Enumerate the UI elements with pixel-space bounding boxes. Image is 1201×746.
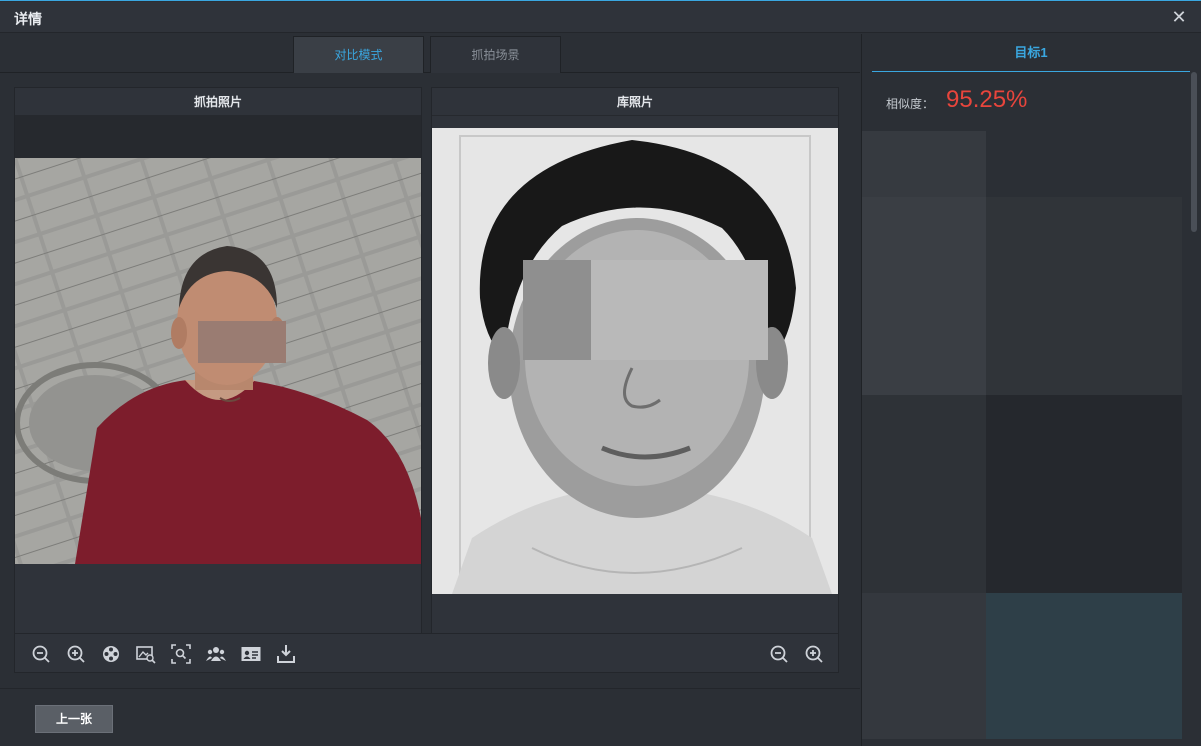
- library-photo-panel: 库照片: [431, 87, 839, 673]
- library-photo-image: [432, 128, 838, 594]
- capture-photo[interactable]: [15, 158, 421, 564]
- similarity-value: 95.25%: [946, 86, 1028, 113]
- id-card-icon[interactable]: [241, 644, 261, 664]
- capture-photo-image: [15, 158, 421, 564]
- people-icon[interactable]: [206, 644, 226, 664]
- zoom-in-icon[interactable]: [66, 644, 86, 664]
- tab-compare-mode[interactable]: 对比模式: [293, 36, 424, 73]
- image-search-icon[interactable]: [136, 644, 156, 664]
- library-photo-title: 库照片: [432, 88, 838, 116]
- library-zoom-in-icon[interactable]: [804, 644, 824, 664]
- dialog-title: 详情: [14, 11, 42, 27]
- target-panel: 目标1 相似度： 95.25%: [861, 34, 1201, 746]
- target-detail-image: [862, 131, 1182, 739]
- library-zoom-out-icon[interactable]: [769, 644, 789, 664]
- scrollbar[interactable]: [1191, 72, 1197, 232]
- comparison-area: 对比模式 抓拍场景 抓拍照片 库照片 上一张: [0, 34, 860, 746]
- mode-tabs: 对比模式 抓拍场景: [0, 34, 860, 73]
- capture-photo-margin: [15, 116, 421, 158]
- close-icon[interactable]: ✕: [1169, 7, 1189, 27]
- zoom-out-icon[interactable]: [31, 644, 51, 664]
- scan-search-icon[interactable]: [171, 644, 191, 664]
- navigation-bar: 上一张: [0, 688, 860, 746]
- tab-target-1[interactable]: 目标1: [872, 34, 1190, 72]
- library-photo[interactable]: [432, 128, 838, 594]
- details-dialog: 详情 ✕ 对比模式 抓拍场景 抓拍照片 库照片 上一张 目标1 相似度： 95.…: [0, 0, 1201, 746]
- capture-photo-panel: 抓拍照片: [14, 87, 422, 673]
- film-reel-icon[interactable]: [101, 644, 121, 664]
- image-toolbar: [14, 633, 839, 673]
- previous-button[interactable]: 上一张: [35, 705, 113, 733]
- title-bar: 详情 ✕: [0, 2, 1201, 33]
- tab-capture-scene[interactable]: 抓拍场景: [430, 36, 561, 73]
- download-icon[interactable]: [276, 644, 296, 664]
- capture-photo-title: 抓拍照片: [15, 88, 421, 116]
- similarity-label: 相似度：: [886, 97, 935, 111]
